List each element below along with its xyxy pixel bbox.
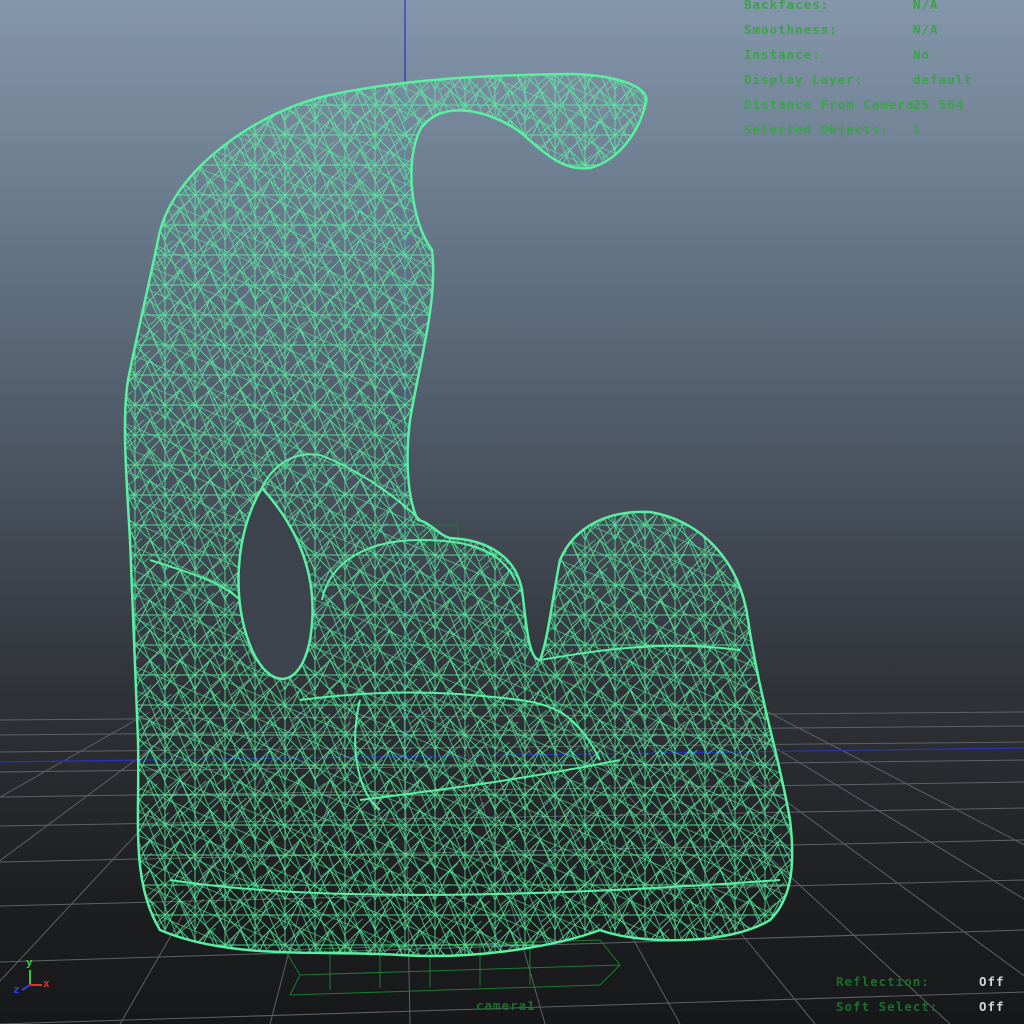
hud-label: Display Layer:	[744, 72, 864, 87]
wireframe-mesh[interactable]	[100, 60, 820, 970]
hud-value: 1	[913, 122, 922, 137]
hud-label: Smoothness:	[744, 22, 838, 37]
axis-y-label: y	[26, 956, 33, 969]
axis-x-label: x	[43, 977, 50, 990]
axis-gizmo-icon	[21, 970, 42, 991]
hud-value: default	[913, 72, 973, 87]
hud-value: N/A	[913, 22, 939, 37]
3d-viewport[interactable]: y x z Backfaces: N/A Smoothness: N/A Ins…	[0, 0, 1024, 1024]
hud-value: Off	[979, 999, 1005, 1014]
hud-label: Soft Select:	[836, 999, 939, 1014]
hud-label: Reflection:	[836, 974, 930, 989]
hud-label: Backfaces:	[744, 0, 830, 12]
axis-z-label: z	[13, 983, 20, 996]
scene-canvas[interactable]	[0, 0, 1024, 1024]
hud-value: Off	[979, 974, 1005, 989]
hud-label: Distance From Camera:	[744, 97, 924, 112]
hud-label: Instance:	[744, 47, 821, 62]
hud-value: N/A	[913, 0, 939, 12]
camera-name-label: camera1	[476, 998, 536, 1013]
hud-label: Selected Objects:	[744, 122, 889, 137]
hud-value: 25.564	[913, 97, 965, 112]
hud-value: No	[913, 47, 931, 62]
